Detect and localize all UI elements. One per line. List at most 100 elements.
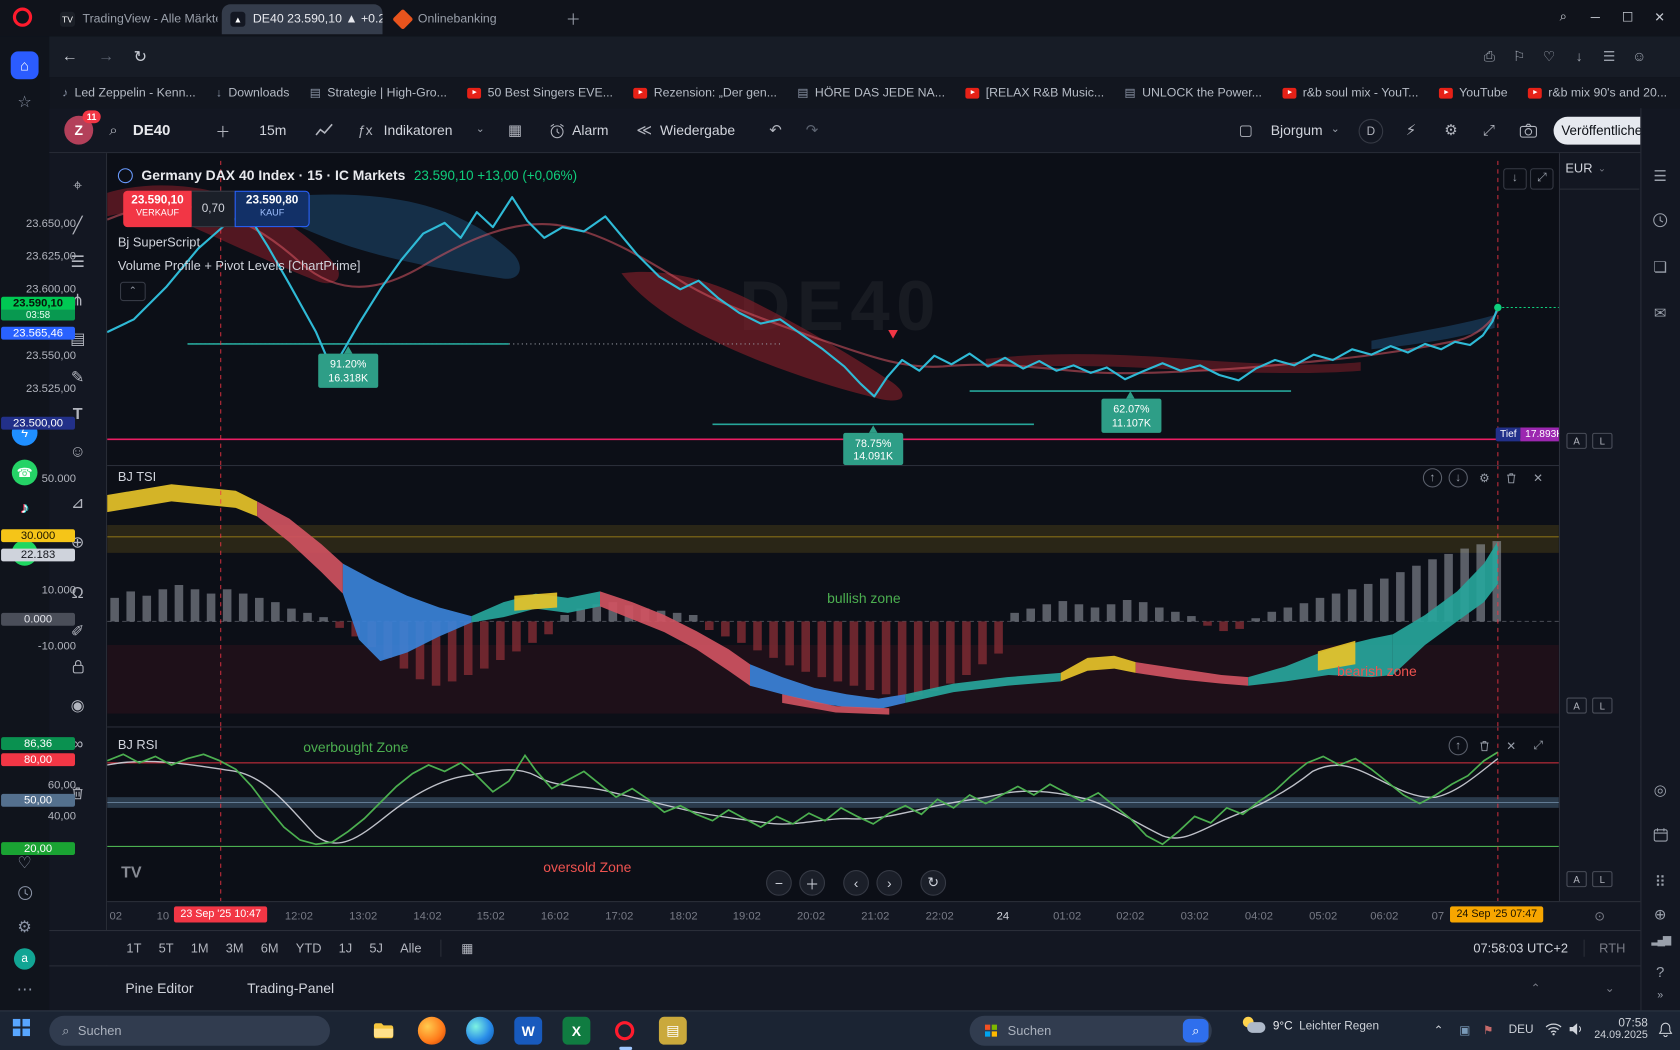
chart-title[interactable]: Germany DAX 40 Index · 15 · IC Markets bbox=[141, 167, 405, 183]
alerts-clock-icon[interactable] bbox=[1640, 212, 1680, 231]
hide-drawings-eye-icon[interactable]: ◉ bbox=[49, 695, 106, 714]
zoom-out-button[interactable]: − bbox=[766, 870, 792, 896]
taskbar-search[interactable]: ⌕ Suchen bbox=[49, 1016, 330, 1046]
sell-button[interactable]: 23.590,10 VERKAUF bbox=[123, 191, 192, 227]
pane-divider[interactable] bbox=[107, 465, 1640, 466]
fullscreen-icon[interactable]: ⤢ bbox=[1483, 121, 1495, 139]
crosshair-tool-icon[interactable]: ⌖ bbox=[49, 177, 106, 195]
keyboard-language[interactable]: DEU bbox=[1509, 1023, 1534, 1036]
start-button[interactable] bbox=[13, 1019, 30, 1036]
snapshot-camera-icon[interactable] bbox=[1519, 122, 1537, 138]
taskbar-web-search[interactable]: Suchen ⌕ bbox=[970, 1016, 1212, 1046]
indicator-legend-supertrend[interactable]: Bj SuperScript bbox=[118, 235, 200, 250]
chart-type-icon[interactable] bbox=[315, 122, 334, 139]
opera-taskbar-icon[interactable] bbox=[611, 1017, 639, 1045]
replay-icon[interactable]: ≪ bbox=[636, 121, 652, 139]
wifi-icon[interactable] bbox=[1545, 1022, 1562, 1041]
layout-select-icon[interactable]: ▢ bbox=[1239, 121, 1253, 139]
rsi-pane-title[interactable]: BJ RSI bbox=[118, 737, 158, 752]
tab-tradingview-home[interactable]: TV TradingView - Alle Märkte bbox=[51, 4, 217, 34]
pane-maximize-icon[interactable]: ⤢ bbox=[1528, 736, 1548, 755]
alarm-button[interactable]: Alarm bbox=[572, 122, 608, 138]
close-icon[interactable]: ✕ bbox=[1644, 9, 1676, 24]
pane-delete-icon[interactable] bbox=[1474, 736, 1494, 755]
tab-de40-chart[interactable]: ▲ DE40 23.590,10 ▲ +0.2% ✕ bbox=[222, 4, 383, 34]
bookmark-item[interactable]: ▤UNLOCK the Power... bbox=[1125, 86, 1262, 100]
panel-collapse-up-icon[interactable]: ⌃ bbox=[1531, 981, 1541, 995]
trading-panel-tab[interactable]: Trading-Panel bbox=[247, 980, 334, 996]
log-scale-button[interactable]: L bbox=[1592, 433, 1612, 449]
sidebar-setup-icon[interactable]: ☰ bbox=[1596, 48, 1622, 65]
range-button[interactable]: 6M bbox=[254, 938, 285, 959]
measure-tool-icon[interactable]: ⊿ bbox=[49, 493, 106, 512]
hotlist-target-icon[interactable]: ◎ bbox=[1640, 781, 1680, 799]
auto-scale-button[interactable]: A bbox=[1566, 433, 1586, 449]
undo-icon[interactable]: ↶ bbox=[769, 121, 782, 139]
range-button[interactable]: YTD bbox=[289, 938, 328, 959]
community-apps-icon[interactable]: ⠿ bbox=[1640, 873, 1680, 891]
markets-globe-icon[interactable]: ⊕ bbox=[1640, 905, 1680, 923]
tiktok-icon[interactable]: ♪ bbox=[0, 499, 49, 517]
scroll-left-button[interactable]: ‹ bbox=[843, 870, 869, 896]
main-price-chart[interactable]: DE40 91.20% 16.318K 78.75% 14.091K bbox=[107, 161, 1559, 465]
edge-icon[interactable] bbox=[466, 1017, 494, 1045]
log-scale-button[interactable]: L bbox=[1592, 871, 1612, 887]
move-pane-up-icon[interactable]: ↑ bbox=[1449, 736, 1468, 755]
tsi-pane-title[interactable]: BJ TSI bbox=[118, 469, 156, 484]
notification-bell-icon[interactable] bbox=[1659, 1022, 1673, 1042]
bookmark-item[interactable]: Rezension: „Der gen... bbox=[633, 86, 777, 99]
help-icon[interactable]: ? bbox=[1640, 963, 1680, 980]
clock-widget[interactable]: 07:58 24.09.2025 bbox=[1592, 1017, 1648, 1042]
tray-flag-icon[interactable]: ⚑ bbox=[1483, 1023, 1494, 1037]
new-tab-button[interactable]: ＋ bbox=[566, 9, 581, 30]
favorites-heart-icon[interactable]: ♡ bbox=[1536, 48, 1562, 65]
maximize-icon[interactable]: ☐ bbox=[1611, 9, 1643, 24]
sticky-notes-icon[interactable]: ▤ bbox=[659, 1017, 687, 1045]
quick-action-bolt-icon[interactable]: ⚡ bbox=[1406, 121, 1417, 139]
forward-icon[interactable]: → bbox=[92, 47, 120, 65]
indicators-button[interactable]: Indikatoren bbox=[384, 122, 453, 138]
auto-scale-button[interactable]: A bbox=[1566, 871, 1586, 887]
chevron-down-icon[interactable]: ⌄ bbox=[1331, 123, 1340, 135]
symbol-name[interactable]: DE40 bbox=[133, 121, 171, 138]
alarm-clock-icon[interactable] bbox=[549, 122, 566, 139]
auto-scale-button[interactable]: A bbox=[1566, 698, 1586, 714]
bookmark-item[interactable]: YouTube bbox=[1439, 86, 1508, 99]
scroll-right-button[interactable]: › bbox=[876, 870, 902, 896]
range-button[interactable]: 1M bbox=[184, 938, 215, 959]
tray-chevron-icon[interactable]: ⌃ bbox=[1434, 1023, 1444, 1037]
range-button[interactable]: 1T bbox=[120, 938, 148, 959]
indicator-legend-volume-profile[interactable]: Volume Profile + Pivot Levels [ChartPrim… bbox=[118, 258, 361, 273]
timezone-clock-icon[interactable]: ⊙ bbox=[1594, 909, 1605, 924]
bookmark-item[interactable]: ▤HÖRE DAS JEDE NA... bbox=[797, 86, 945, 100]
object-tree-layers-icon[interactable]: ❏ bbox=[1640, 258, 1680, 276]
clock-utc[interactable]: 07:58:03 UTC+2 bbox=[1473, 941, 1568, 956]
chart-settings-gear-icon[interactable]: ⚙ bbox=[1444, 121, 1457, 139]
reload-icon[interactable]: ↻ bbox=[126, 47, 154, 66]
pane-close-icon[interactable]: ✕ bbox=[1501, 736, 1521, 755]
minimize-icon[interactable]: ─ bbox=[1579, 9, 1611, 24]
bookmark-item[interactable]: r&b soul mix - YouT... bbox=[1282, 86, 1418, 99]
reset-chart-button[interactable]: ↻ bbox=[920, 870, 946, 896]
history-icon[interactable] bbox=[0, 885, 49, 905]
bookmark-item[interactable]: 50 Best Singers EVE... bbox=[467, 86, 613, 99]
bookmark-item[interactable]: ♪Led Zeppelin - Kenn... bbox=[62, 86, 196, 99]
currency-toggle[interactable]: EUR ⌄ bbox=[1565, 161, 1606, 176]
emoji-tool-icon[interactable]: ☺ bbox=[49, 443, 106, 461]
move-pane-up-icon[interactable]: ↑ bbox=[1423, 468, 1442, 487]
bookmark-item[interactable]: r&b mix 90's and 20... bbox=[1528, 86, 1667, 99]
zoom-in-button[interactable]: ＋ bbox=[799, 870, 825, 896]
pane-settings-gear-icon[interactable]: ⚙ bbox=[1474, 468, 1494, 487]
add-symbol-icon[interactable]: ＋ bbox=[215, 121, 230, 142]
word-icon[interactable]: W bbox=[514, 1017, 542, 1045]
interval-button[interactable]: 15m bbox=[259, 122, 286, 138]
downloads-icon[interactable]: ↓ bbox=[1566, 48, 1592, 64]
firefox-icon[interactable] bbox=[418, 1017, 446, 1045]
tray-app-icon[interactable]: ▣ bbox=[1459, 1023, 1470, 1037]
back-icon[interactable]: ← bbox=[56, 47, 84, 65]
maximize-pane-icon[interactable]: ⤢ bbox=[1530, 168, 1554, 189]
price-scale[interactable] bbox=[1559, 153, 1640, 930]
speaker-icon[interactable] bbox=[1569, 1022, 1584, 1041]
layout-name[interactable]: Bjorgum bbox=[1271, 122, 1323, 138]
settings-gear-icon[interactable]: ⚙ bbox=[0, 917, 49, 936]
